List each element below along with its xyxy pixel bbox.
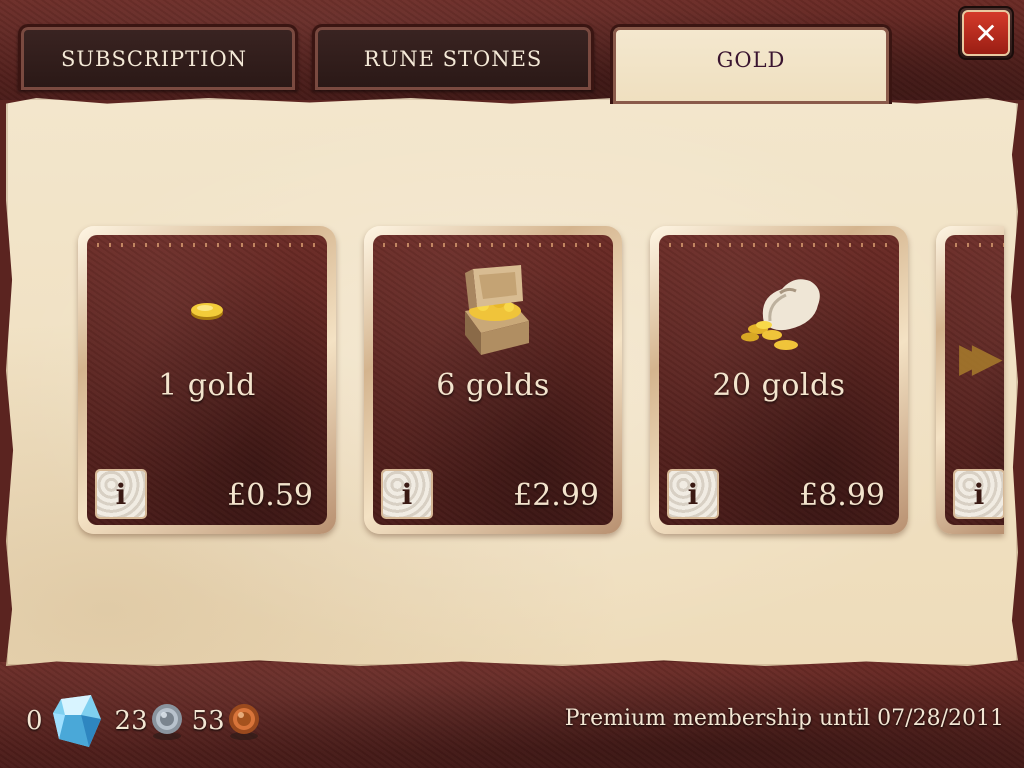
info-button[interactable]: i <box>95 469 147 519</box>
tab-gold-label: GOLD <box>716 47 786 72</box>
gold-chest-icon <box>373 261 613 357</box>
product-card-body: ▶▶ i <box>945 235 1004 525</box>
product-card-20-golds[interactable]: 20 golds i £8.99 <box>650 226 908 534</box>
tab-gold[interactable]: GOLD <box>610 24 892 104</box>
product-card-6-golds[interactable]: 6 golds i £2.99 <box>364 226 622 534</box>
info-button[interactable]: i <box>381 469 433 519</box>
gem-count: 0 <box>26 706 43 736</box>
product-card-body: 1 gold i £0.59 <box>87 235 327 525</box>
product-card-body: 20 golds i £8.99 <box>659 235 899 525</box>
gem-icon <box>51 693 103 749</box>
info-button[interactable]: i <box>667 469 719 519</box>
silver-count: 23 <box>114 706 148 736</box>
tab-rune-stones[interactable]: RUNE STONES <box>312 24 594 90</box>
next-arrow-icon: ▶▶ <box>959 335 1002 381</box>
product-card-1-gold[interactable]: 1 gold i £0.59 <box>78 226 336 534</box>
premium-membership-status: Premium membership until 07/28/2011 <box>564 706 1004 731</box>
bronze-coin-icon <box>227 700 261 742</box>
close-x-icon: ✕ <box>962 10 1010 56</box>
product-price: £0.59 <box>227 478 313 513</box>
product-card-partial[interactable]: ▶▶ i <box>936 226 1004 534</box>
info-label: i <box>401 477 413 511</box>
gold-coin-icon <box>87 299 327 323</box>
gold-sack-icon <box>659 263 899 353</box>
close-button[interactable]: ✕ <box>958 6 1014 60</box>
info-button[interactable]: i <box>953 469 1004 519</box>
currency-bar: 0 23 53 Premium membership until 07/28/2… <box>0 688 1024 754</box>
silver-coin-icon <box>150 700 184 742</box>
tab-rune-stones-label: RUNE STONES <box>363 46 543 71</box>
product-label: 1 gold <box>158 368 256 403</box>
tab-subscription-label: SUBSCRIPTION <box>60 46 248 71</box>
product-price: £2.99 <box>513 478 599 513</box>
info-label: i <box>973 477 985 511</box>
product-label: 6 golds <box>436 368 550 403</box>
bronze-count: 53 <box>191 706 225 736</box>
info-label: i <box>687 477 699 511</box>
info-label: i <box>115 477 127 511</box>
tab-subscription[interactable]: SUBSCRIPTION <box>18 24 298 90</box>
product-price: £8.99 <box>799 478 885 513</box>
product-label: 20 golds <box>712 368 846 403</box>
product-card-body: 6 golds i £2.99 <box>373 235 613 525</box>
